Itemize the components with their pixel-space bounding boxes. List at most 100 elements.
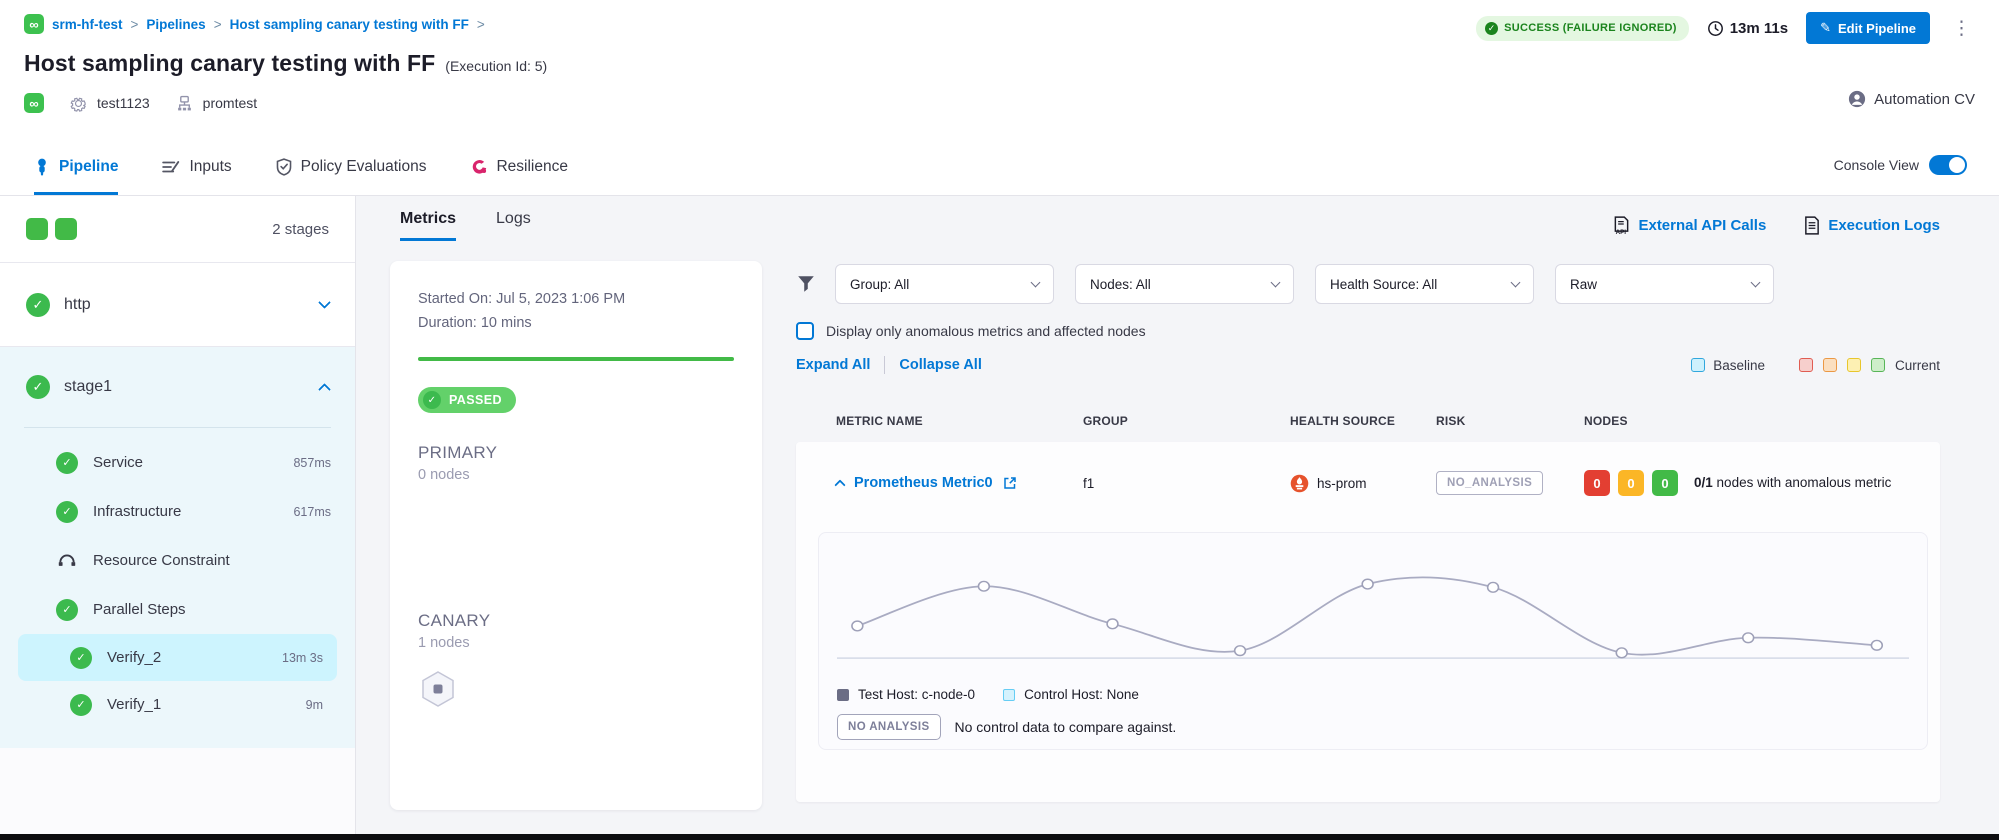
breadcrumb-separator: > [214, 17, 222, 32]
external-link-icon[interactable] [1003, 476, 1017, 490]
chevron-down-icon [1751, 278, 1761, 288]
breadcrumb-separator: > [477, 17, 485, 32]
current-yellow-swatch [1847, 358, 1861, 372]
execution-duration: 13m 11s [1707, 20, 1788, 37]
page-header: ∞ srm-hf-test > Pipelines > Host samplin… [0, 0, 1999, 118]
sidebar-step-infrastructure[interactable]: ✓ Infrastructure 617ms [0, 487, 355, 536]
external-api-calls-link[interactable]: API External API Calls [1613, 216, 1766, 235]
divider [884, 356, 885, 374]
anomalous-only-label: Display only anomalous metrics and affec… [826, 323, 1146, 339]
environment-name: promtest [203, 95, 257, 111]
breadcrumb-pipelines-link[interactable]: Pipelines [146, 17, 205, 32]
yellow-node-count-badge: 0 [1618, 470, 1644, 496]
health-source-name: hs-prom [1317, 476, 1367, 491]
breadcrumb-project-link[interactable]: srm-hf-test [52, 17, 123, 32]
started-on: Started On: Jul 5, 2023 1:06 PM [418, 287, 734, 311]
collapse-row-chevron-icon[interactable] [834, 479, 845, 490]
metrics-analysis-panel: API External API Calls Execution Logs Gr… [776, 196, 1999, 834]
no-analysis-message: No control data to compare against. [955, 719, 1177, 735]
nodes-filter-select[interactable]: Nodes: All [1075, 264, 1294, 304]
chevron-down-icon [1271, 278, 1281, 288]
pipeline-icon [34, 158, 50, 176]
sidebar-step-verify-2[interactable]: ✓ Verify_2 13m 3s [18, 634, 337, 681]
success-check-icon: ✓ [423, 391, 441, 409]
execution-logs-link[interactable]: Execution Logs [1804, 216, 1940, 235]
chevron-down-icon [1031, 278, 1041, 288]
tab-resilience[interactable]: Resilience [470, 158, 568, 195]
tab-inputs[interactable]: Inputs [162, 158, 231, 195]
app-window: ∞ srm-hf-test > Pipelines > Host samplin… [0, 0, 1999, 840]
stage-square-icon[interactable] [55, 218, 77, 240]
control-host-legend: Control Host: None [1003, 687, 1139, 702]
stage1-section: ✓ stage1 ✓ Service 857ms ✓ Infrastructur… [0, 347, 355, 748]
console-view-toggle[interactable] [1929, 155, 1967, 175]
collapse-all-link[interactable]: Collapse All [899, 357, 981, 373]
tab-policy-evaluations[interactable]: Policy Evaluations [276, 158, 427, 195]
step-details-panel: Metrics Logs Started On: Jul 5, 2023 1:0… [356, 196, 776, 834]
data-mode-select[interactable]: Raw [1555, 264, 1774, 304]
filter-funnel-icon[interactable] [796, 274, 816, 294]
metric-chart-svg[interactable] [837, 547, 1909, 679]
triggered-by: Automation CV [1848, 90, 1975, 108]
tab-pipeline[interactable]: Pipeline [34, 158, 118, 195]
passed-status-badge: ✓ PASSED [418, 387, 516, 413]
primary-node-count: 0 nodes [418, 467, 734, 483]
sidebar-stage-stage1[interactable]: ✓ stage1 [0, 347, 355, 427]
chevron-down-icon [1511, 278, 1521, 288]
metrics-table-header: METRIC NAME GROUP HEALTH SOURCE RISK NOD… [796, 414, 1940, 428]
console-view-label: Console View [1834, 157, 1919, 173]
edit-pipeline-button[interactable]: ✎ Edit Pipeline [1806, 12, 1930, 44]
test-host-swatch [837, 689, 849, 701]
tab-logs[interactable]: Logs [496, 210, 531, 241]
chart-color-legend: Baseline Current [1691, 358, 1940, 373]
more-options-menu[interactable]: ⋮ [1948, 17, 1975, 40]
chevron-up-icon[interactable] [318, 383, 331, 396]
sidebar-stage-http[interactable]: ✓ http [0, 263, 355, 347]
anomalous-nodes-summary: 0/1 nodes with anomalous metric [1694, 474, 1891, 492]
window-bottom-edge [0, 834, 1999, 840]
sidebar-step-resource-constraint[interactable]: Resource Constraint [0, 536, 355, 585]
harness-logo-icon: ∞ [24, 14, 44, 34]
success-check-icon: ✓ [56, 452, 78, 474]
current-red-swatch [1799, 358, 1813, 372]
green-node-count-badge: 0 [1652, 470, 1678, 496]
api-document-icon: API [1613, 216, 1630, 235]
risk-badge: NO_ANALYSIS [1436, 471, 1543, 495]
stages-summary: 2 stages [0, 196, 355, 263]
metric-group: f1 [1083, 476, 1290, 491]
chevron-down-icon[interactable] [318, 296, 331, 309]
stage-square-icon[interactable] [26, 218, 48, 240]
canary-group-label: CANARY [418, 611, 734, 631]
breadcrumb: ∞ srm-hf-test > Pipelines > Host samplin… [24, 12, 547, 36]
success-check-icon: ✓ [56, 599, 78, 621]
group-filter-select[interactable]: Group: All [835, 264, 1054, 304]
divider [24, 427, 331, 428]
svg-text:API: API [1616, 229, 1627, 235]
breadcrumb-separator: > [131, 17, 139, 32]
execution-id: (Execution Id: 5) [445, 58, 547, 74]
main-tabbar: Pipeline Inputs Policy Evaluations Resil… [0, 118, 1999, 196]
stage-count: 2 stages [272, 221, 329, 238]
health-source-filter-select[interactable]: Health Source: All [1315, 264, 1534, 304]
current-orange-swatch [1823, 358, 1837, 372]
pencil-icon: ✎ [1820, 20, 1831, 36]
anomalous-only-checkbox[interactable] [796, 322, 814, 340]
sidebar-step-verify-1[interactable]: ✓ Verify_1 9m [18, 681, 337, 728]
canary-node-hexagon[interactable] [418, 669, 458, 709]
metric-name-link[interactable]: Prometheus Metric0 [854, 475, 993, 491]
sidebar-step-parallel-steps[interactable]: ✓ Parallel Steps [0, 585, 355, 634]
verification-summary-card: Started On: Jul 5, 2023 1:06 PM Duration… [390, 261, 762, 810]
metric-chart-card: Test Host: c-node-0 Control Host: None N… [818, 532, 1928, 750]
shield-check-icon [276, 158, 292, 176]
breadcrumb-pipeline-link[interactable]: Host sampling canary testing with FF [230, 17, 469, 32]
expand-all-link[interactable]: Expand All [796, 357, 870, 373]
success-check-icon: ✓ [26, 293, 50, 317]
cd-module-icon: ∞ [24, 93, 44, 113]
tab-metrics[interactable]: Metrics [400, 210, 456, 241]
sidebar-step-service[interactable]: ✓ Service 857ms [0, 438, 355, 487]
primary-group-label: PRIMARY [418, 443, 734, 463]
page-title: Host sampling canary testing with FF [24, 50, 435, 77]
success-check-icon: ✓ [70, 694, 92, 716]
red-node-count-badge: 0 [1584, 470, 1610, 496]
resilience-chaos-icon [470, 159, 487, 176]
